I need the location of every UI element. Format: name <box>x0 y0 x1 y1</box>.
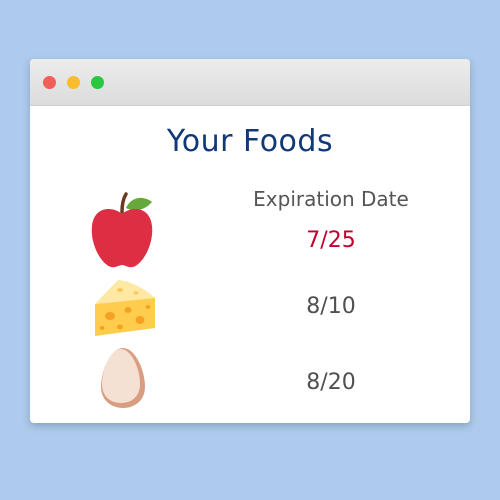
window-titlebar <box>30 59 470 106</box>
food-date: 8/20 <box>306 370 356 395</box>
egg-icon <box>101 348 145 408</box>
food-date: 7/25 <box>306 228 356 253</box>
minimize-button[interactable] <box>67 76 80 89</box>
page-title: Your Foods <box>166 124 334 159</box>
apple-icon <box>91 192 153 268</box>
close-button[interactable] <box>43 76 56 89</box>
cheese-icon <box>95 280 155 336</box>
expiration-date-header: Expiration Date <box>253 187 409 211</box>
zoom-button[interactable] <box>91 76 104 89</box>
food-date: 8/10 <box>306 294 356 319</box>
